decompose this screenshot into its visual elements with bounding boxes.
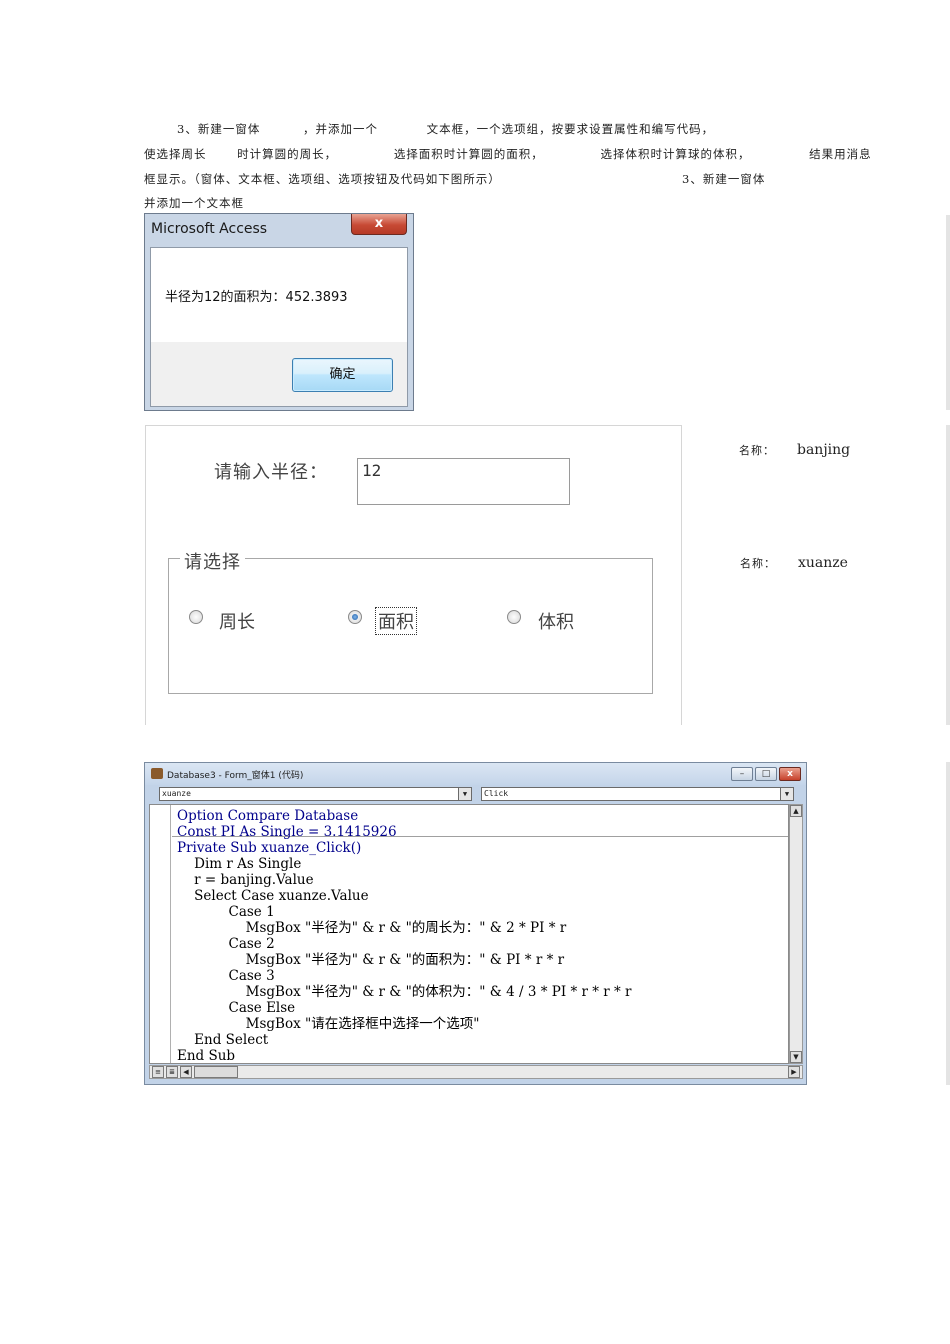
intro-line-2: 使选择周长 时计算圆的周长， 选择面积时计算圆的面积， 选择体积时计算球的体积，…	[144, 146, 872, 162]
code-line: MsgBox "半径为" & r & "的周长为：" & 2 * PI * r	[177, 920, 567, 936]
radio-label-perimeter: 周长	[219, 612, 255, 633]
side-label-name: xuanze	[798, 555, 848, 571]
code-line: Select Case xuanze.Value	[177, 888, 369, 904]
side-label-option-group: 名称： xuanze	[740, 555, 848, 571]
page-edge-strip	[946, 215, 950, 410]
intro-text: 时计算圆的周长，	[237, 147, 338, 161]
intro-text: 文本框，一个选项组，按要求设置属性和编写代码，	[426, 122, 715, 136]
code-line: Case 1	[177, 904, 275, 920]
intro-text: 3、新建一窗体	[177, 122, 261, 136]
intro-text: 选择面积时计算圆的面积，	[393, 147, 544, 161]
radio-area[interactable]	[348, 610, 362, 624]
scroll-left-icon[interactable]: ◀	[180, 1066, 192, 1078]
procedure-combo[interactable]: Click ▼	[481, 787, 794, 801]
code-window: Database3 - Form_窗体1 (代码) – □ x xuanze ▼…	[144, 762, 807, 1085]
radio-label-volume: 体积	[538, 612, 574, 633]
dialog-message: 半径为12的面积为：452.3893	[165, 290, 348, 305]
intro-text: 框显示。（窗体、文本框、选项组、选项按钮及代码如下图所示）	[144, 172, 501, 186]
radio-label-area: 面积	[375, 607, 417, 635]
side-label-prefix: 名称：	[739, 444, 775, 457]
page-edge-strip	[946, 425, 950, 725]
procedure-view-icon[interactable]: ≡	[152, 1066, 164, 1078]
object-combo-value: xuanze	[162, 789, 191, 798]
object-combo[interactable]: xuanze ▼	[159, 787, 472, 801]
message-box-dialog: Microsoft Access x 半径为12的面积为：452.3893 确定	[144, 213, 414, 411]
intro-text: ，并添加一个	[302, 122, 378, 136]
page-edge-strip	[946, 762, 950, 1085]
form-window: 请输入半径： 12 请选择 周长 面积 体积	[145, 425, 682, 725]
radius-label: 请输入半径：	[214, 462, 328, 483]
code-line: Dim r As Single	[177, 856, 302, 872]
minimize-button[interactable]: –	[731, 767, 753, 781]
database-icon	[151, 768, 163, 779]
code-line: Case Else	[177, 1000, 296, 1016]
radius-input[interactable]: 12	[357, 458, 570, 505]
dialog-body: 半径为12的面积为：452.3893 确定	[150, 247, 408, 407]
close-button[interactable]: x	[779, 767, 801, 781]
code-line: Option Compare Database	[177, 808, 359, 824]
option-group-legend: 请选择	[180, 548, 245, 574]
procedure-combo-value: Click	[484, 789, 509, 798]
side-label-name: banjing	[797, 442, 851, 458]
restore-button[interactable]: □	[755, 767, 777, 781]
radio-perimeter[interactable]	[189, 610, 203, 624]
code-line: MsgBox "半径为" & r & "的面积为：" & PI * r * r	[177, 952, 565, 968]
code-line: r = banjing.Value	[177, 872, 314, 888]
code-line: Case 3	[177, 968, 275, 984]
code-line: End Sub	[177, 1048, 236, 1064]
intro-text: 3、新建一窗体	[682, 172, 766, 186]
scroll-up-icon[interactable]: ▲	[790, 805, 802, 817]
full-module-view-icon[interactable]: ≣	[166, 1066, 178, 1078]
scroll-down-icon[interactable]: ▼	[790, 1051, 802, 1063]
code-line: MsgBox "请在选择框中选择一个选项"	[177, 1016, 480, 1032]
code-line: Private Sub xuanze_Click()	[177, 840, 362, 856]
ok-button[interactable]: 确定	[292, 358, 393, 392]
intro-text: 并添加一个文本框	[144, 196, 244, 210]
side-label-textbox: 名称： banjing	[739, 442, 850, 458]
side-label-prefix: 名称：	[740, 557, 776, 570]
chevron-down-icon[interactable]: ▼	[458, 788, 471, 800]
scroll-right-icon[interactable]: ▶	[788, 1066, 800, 1078]
intro-line-3-tail: 3、新建一窗体	[682, 171, 765, 187]
code-line: Const PI As Single = 3.1415926	[177, 824, 397, 840]
intro-line-3: 框显示。（窗体、文本框、选项组、选项按钮及代码如下图所示）	[144, 171, 501, 187]
intro-text: 使选择周长	[144, 147, 207, 161]
code-line: Case 2	[177, 936, 275, 952]
intro-line-1: 3、新建一窗体 ，并添加一个 文本框，一个选项组，按要求设置属性和编写代码，	[177, 121, 714, 137]
code-gutter	[150, 805, 171, 1063]
code-editor[interactable]: Option Compare Database Const PI As Sing…	[149, 804, 789, 1064]
scroll-thumb[interactable]	[194, 1066, 238, 1078]
code-window-titlebar: Database3 - Form_窗体1 (代码) – □ x	[145, 763, 806, 785]
intro-text: 选择体积时计算球的体积，	[600, 147, 751, 161]
radio-volume[interactable]	[507, 610, 521, 624]
vertical-scrollbar[interactable]: ▲ ▼	[789, 804, 803, 1064]
code-window-title: Database3 - Form_窗体1 (代码)	[167, 771, 304, 781]
intro-line-4: 并添加一个文本框	[144, 195, 244, 211]
dialog-title: Microsoft Access	[151, 221, 268, 237]
horizontal-scrollbar[interactable]: ≡ ≣ ◀ ▶	[149, 1065, 803, 1079]
intro-text: 结果用消息	[809, 147, 872, 161]
chevron-down-icon[interactable]: ▼	[780, 788, 793, 800]
dialog-close-button[interactable]: x	[351, 214, 407, 235]
code-line: End Select	[177, 1032, 269, 1048]
code-lines: Option Compare Database Const PI As Sing…	[177, 808, 632, 1064]
code-line: MsgBox "半径为" & r & "的体积为：" & 4 / 3 * PI …	[177, 984, 632, 1000]
